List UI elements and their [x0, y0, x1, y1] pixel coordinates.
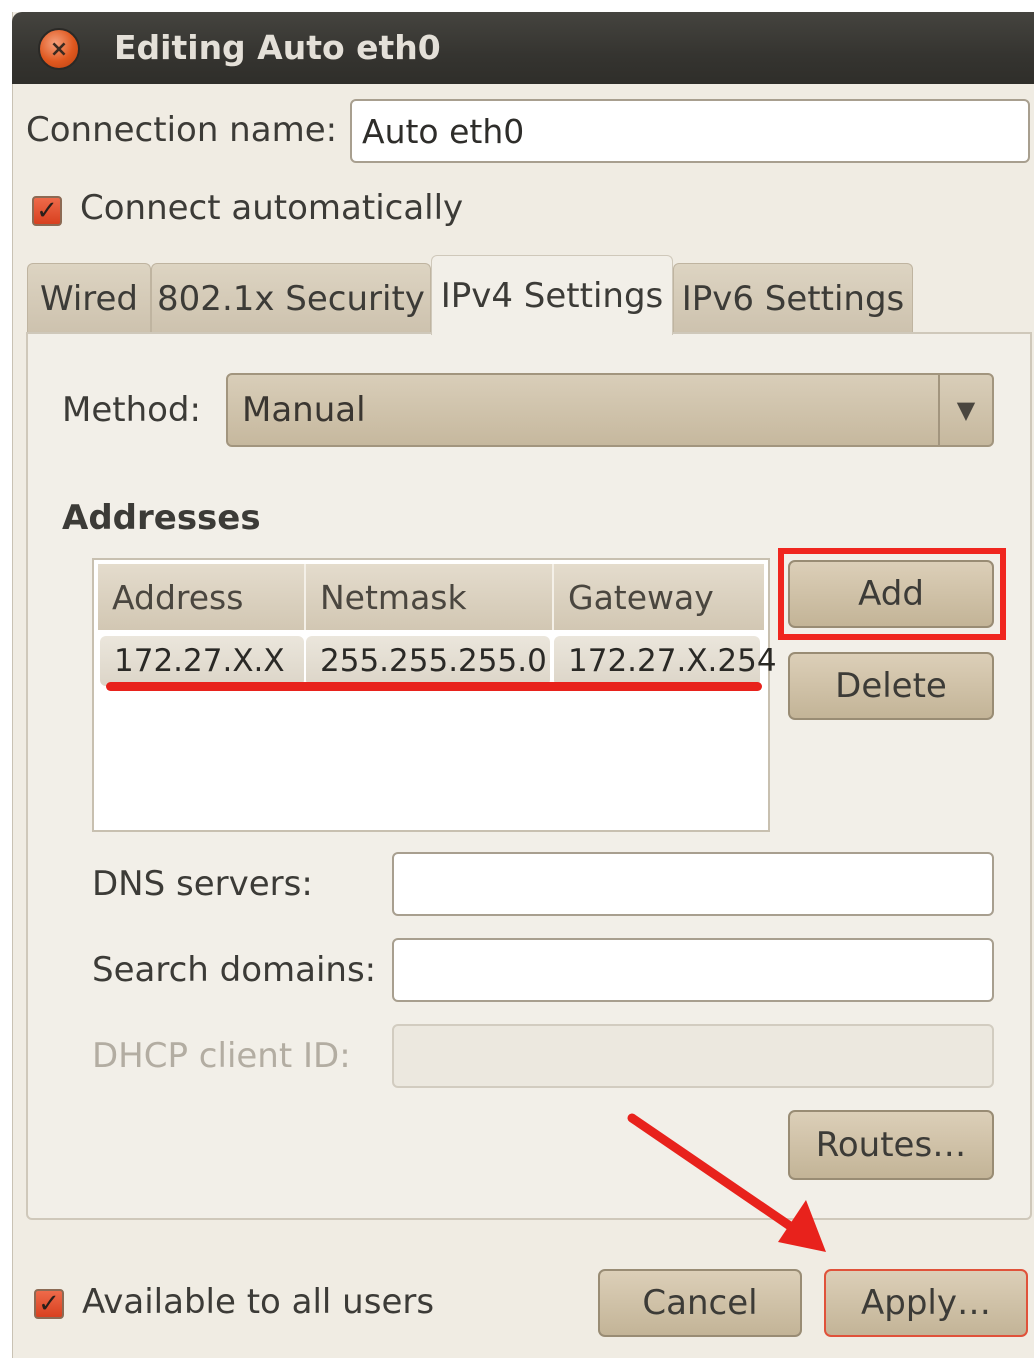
column-header-gateway[interactable]: Gateway — [554, 564, 764, 630]
tab-8021x-security[interactable]: 802.1x Security — [151, 263, 431, 333]
available-to-all-users-label: Available to all users — [82, 1282, 435, 1322]
dropdown-arrow-icon[interactable]: ▼ — [938, 375, 992, 445]
table-cell-gateway[interactable]: 172.27.X.254 — [554, 636, 777, 686]
checkmark-icon: ✓ — [36, 196, 58, 226]
tab-ipv6-settings[interactable]: IPv6 Settings — [673, 263, 913, 333]
tab-wired[interactable]: Wired — [27, 263, 151, 333]
cancel-button[interactable]: Cancel — [598, 1269, 802, 1337]
dhcp-client-id-label: DHCP client ID: — [92, 1036, 351, 1076]
dns-servers-input[interactable] — [392, 852, 994, 916]
annotation-highlight-box — [778, 548, 1006, 640]
connection-name-input[interactable]: Auto eth0 — [350, 99, 1030, 163]
tab-ipv4-settings[interactable]: IPv4 Settings — [431, 255, 673, 335]
connect-automatically-checkbox[interactable]: ✓ — [32, 196, 62, 226]
apply-button[interactable]: Apply… — [824, 1269, 1028, 1337]
close-icon: × — [49, 36, 69, 62]
tab-ipv4-settings-label: IPv4 Settings — [440, 275, 664, 316]
annotation-underline — [106, 682, 762, 691]
search-domains-label: Search domains: — [92, 950, 377, 990]
tab-ipv6-settings-label: IPv6 Settings — [681, 278, 905, 319]
checkmark-icon: ✓ — [38, 1289, 60, 1319]
table-cell-netmask[interactable]: 255.255.255.0 — [306, 636, 550, 686]
tab-8021x-security-label: 802.1x Security — [157, 278, 425, 319]
routes-button[interactable]: Routes… — [788, 1110, 994, 1180]
close-window-button[interactable]: × — [38, 28, 80, 70]
method-value: Manual — [242, 390, 366, 430]
window-title: Editing Auto eth0 — [114, 28, 441, 67]
delete-button[interactable]: Delete — [788, 652, 994, 720]
column-header-netmask[interactable]: Netmask — [306, 564, 554, 630]
addresses-heading: Addresses — [62, 498, 261, 538]
available-to-all-users-checkbox[interactable]: ✓ — [34, 1289, 64, 1319]
connection-name-value: Auto eth0 — [362, 111, 525, 151]
search-domains-input[interactable] — [392, 938, 994, 1002]
connection-name-label: Connection name: — [26, 110, 338, 150]
dns-servers-label: DNS servers: — [92, 864, 313, 904]
table-cell-address[interactable]: 172.27.X.X — [100, 636, 304, 686]
method-dropdown[interactable]: Manual — [226, 373, 994, 447]
method-label: Method: — [62, 390, 201, 430]
column-header-address[interactable]: Address — [98, 564, 306, 630]
connect-automatically-label: Connect automatically — [80, 188, 464, 228]
dhcp-client-id-input — [392, 1024, 994, 1088]
tab-wired-label: Wired — [39, 278, 139, 319]
